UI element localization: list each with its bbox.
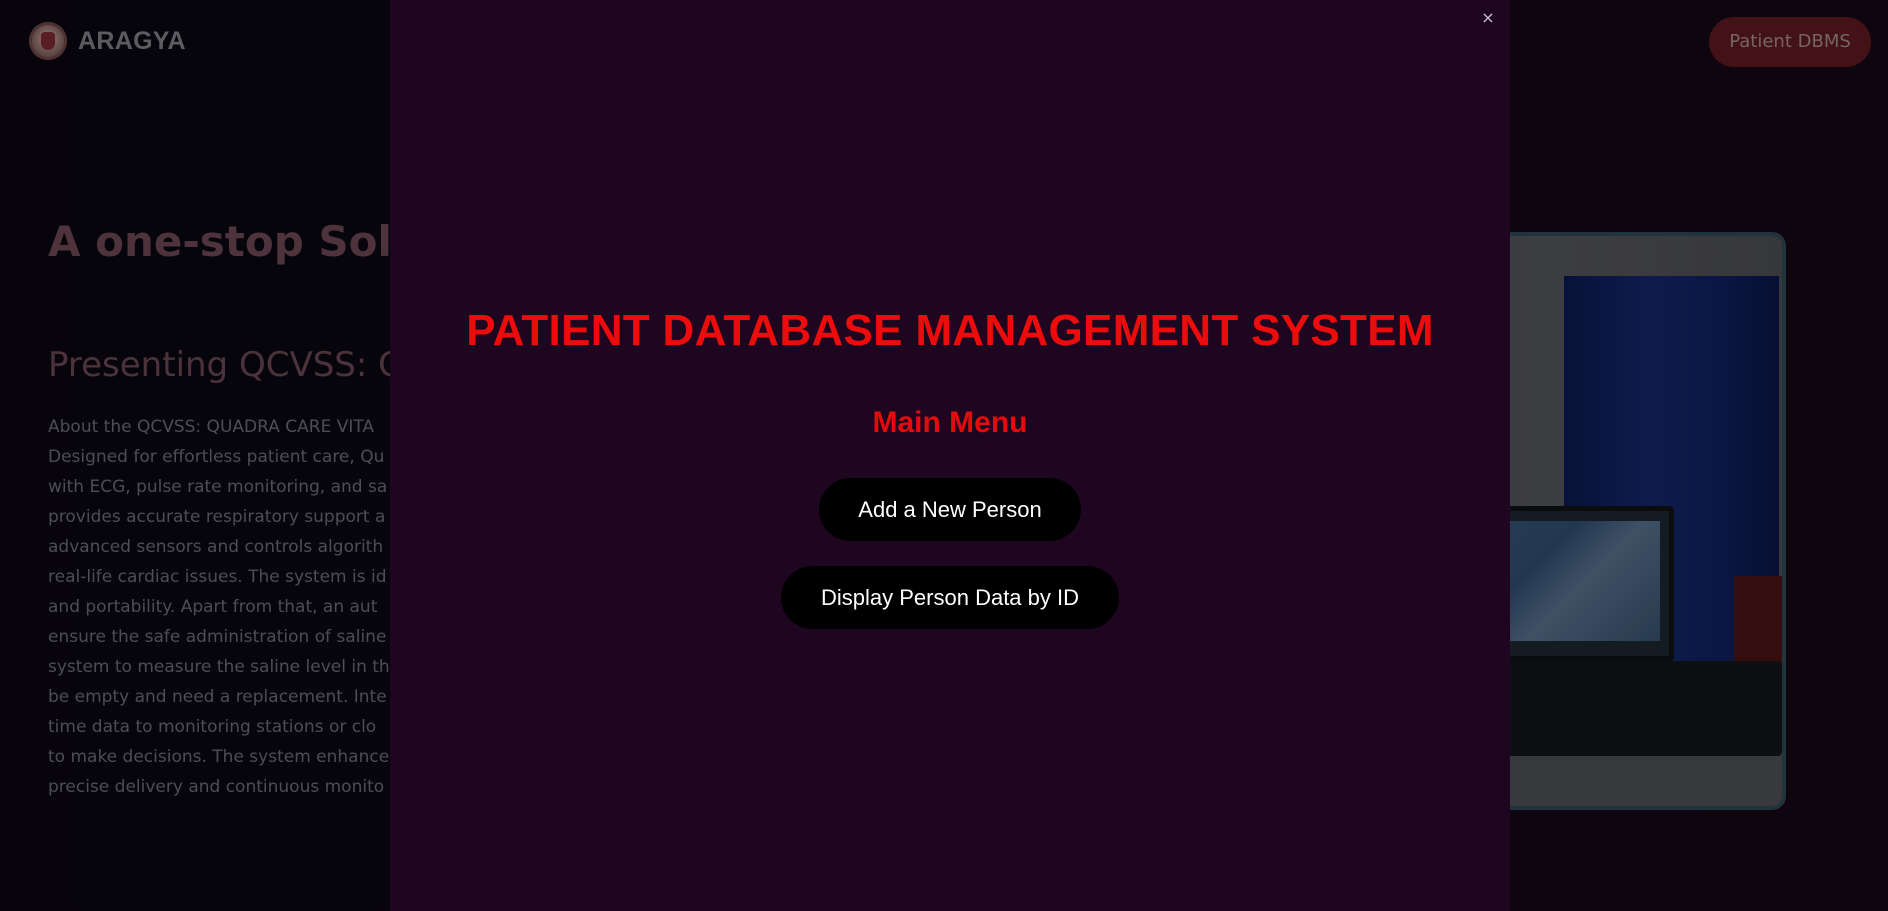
- modal-title: PATIENT DATABASE MANAGEMENT SYSTEM: [466, 306, 1434, 355]
- dbms-modal: × PATIENT DATABASE MANAGEMENT SYSTEM Mai…: [390, 0, 1510, 911]
- close-icon[interactable]: ×: [1478, 8, 1498, 28]
- main-menu-heading: Main Menu: [872, 406, 1028, 439]
- display-person-data-button[interactable]: Display Person Data by ID: [781, 566, 1119, 629]
- add-new-person-button[interactable]: Add a New Person: [819, 478, 1081, 541]
